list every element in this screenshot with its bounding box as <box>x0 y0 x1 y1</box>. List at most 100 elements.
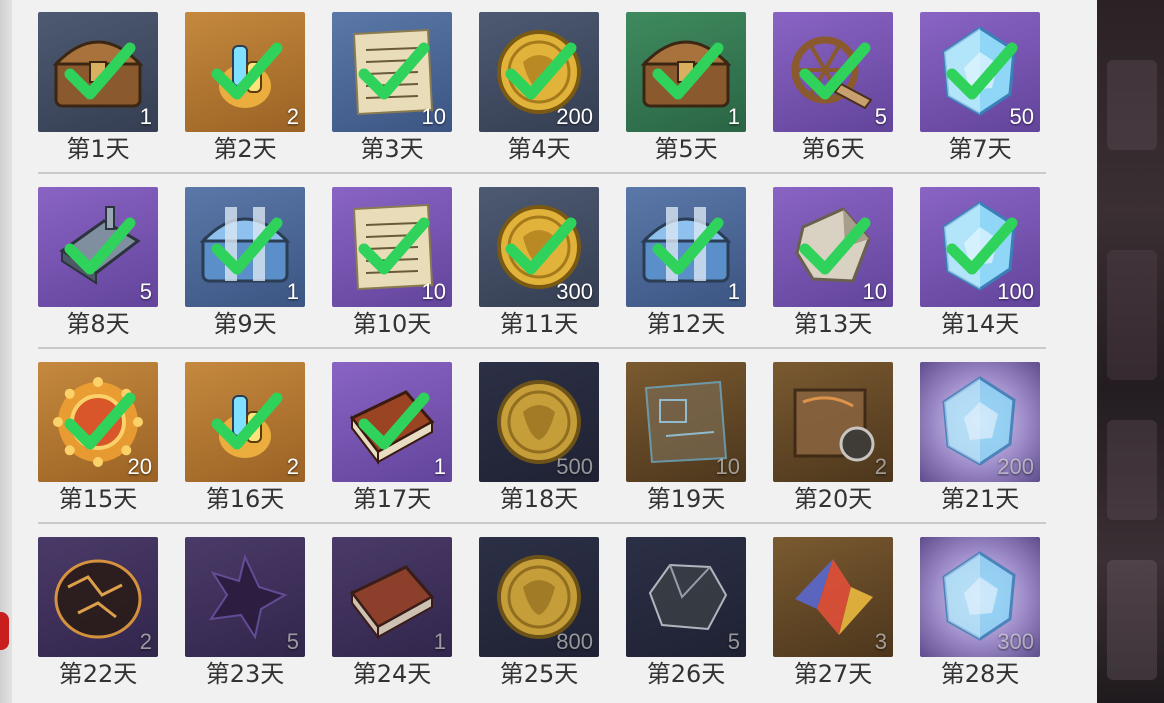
reward-quantity: 200 <box>997 454 1034 479</box>
reward-day-26[interactable]: 5 第26天 <box>626 537 746 697</box>
reward-quantity: 5 <box>139 279 152 304</box>
reward-tile[interactable]: 100 <box>920 187 1040 307</box>
reward-day-21[interactable]: 200 第21天 <box>920 362 1040 522</box>
reward-day-24[interactable]: 1 第24天 <box>332 537 452 697</box>
claimed-check-icon <box>652 217 724 275</box>
reward-quantity: 2 <box>286 454 299 479</box>
reward-day-7[interactable]: 50 第7天 <box>920 12 1040 172</box>
reward-tile[interactable]: 300 <box>479 187 599 307</box>
reward-day-9[interactable]: 1 第9天 <box>185 187 305 347</box>
reward-tile[interactable]: 2 <box>185 12 305 132</box>
reward-quantity: 1 <box>727 104 740 129</box>
reward-quantity: 3 <box>874 629 887 654</box>
reward-day-6[interactable]: 5 第6天 <box>773 12 893 172</box>
day-label: 第9天 <box>213 310 277 338</box>
reward-tile[interactable]: 10 <box>773 187 893 307</box>
reward-tile[interactable]: 200 <box>479 12 599 132</box>
day-label: 第28天 <box>940 660 1020 688</box>
claimed-check-icon <box>211 392 283 450</box>
reward-tile[interactable]: 2 <box>38 537 158 657</box>
reward-tile[interactable]: 50 <box>920 12 1040 132</box>
reward-day-22[interactable]: 2 第22天 <box>38 537 158 697</box>
claimed-check-icon <box>799 42 871 100</box>
day-label: 第1天 <box>66 135 130 163</box>
reward-day-2[interactable]: 2 第2天 <box>185 12 305 172</box>
claimed-check-icon <box>64 392 136 450</box>
reward-day-18[interactable]: 500 第18天 <box>479 362 599 522</box>
day-label: 第2天 <box>213 135 277 163</box>
reward-tile[interactable]: 1 <box>185 187 305 307</box>
reward-tile[interactable]: 1 <box>626 12 746 132</box>
reward-day-19[interactable]: 10 第19天 <box>626 362 746 522</box>
reward-tile[interactable]: 1 <box>332 537 452 657</box>
day-label: 第8天 <box>66 310 130 338</box>
panel-left-edge <box>0 0 12 703</box>
reward-day-5[interactable]: 1 第5天 <box>626 12 746 172</box>
reward-tile[interactable]: 1 <box>38 12 158 132</box>
row-divider <box>38 172 1046 174</box>
reward-day-14[interactable]: 100 第14天 <box>920 187 1040 347</box>
reward-quantity: 2 <box>139 629 152 654</box>
reward-tile[interactable]: 300 <box>920 537 1040 657</box>
day-label: 第6天 <box>801 135 865 163</box>
day-label: 第13天 <box>793 310 873 338</box>
claimed-check-icon <box>358 217 430 275</box>
reward-quantity: 5 <box>286 629 299 654</box>
reward-quantity: 20 <box>127 454 152 479</box>
reward-tile[interactable]: 5 <box>773 12 893 132</box>
reward-day-1[interactable]: 1 第1天 <box>38 12 158 172</box>
reward-day-15[interactable]: 20 第15天 <box>38 362 158 522</box>
reward-quantity: 100 <box>997 279 1034 304</box>
reward-quantity: 10 <box>421 279 446 304</box>
day-label: 第7天 <box>948 135 1012 163</box>
reward-quantity: 10 <box>715 454 740 479</box>
reward-quantity: 10 <box>862 279 887 304</box>
reward-tile[interactable]: 1 <box>332 362 452 482</box>
reward-quantity: 1 <box>433 454 446 479</box>
reward-tile[interactable]: 5 <box>38 187 158 307</box>
reward-tile[interactable]: 20 <box>38 362 158 482</box>
reward-tile[interactable]: 2 <box>773 362 893 482</box>
reward-quantity: 1 <box>433 629 446 654</box>
reward-day-17[interactable]: 1 第17天 <box>332 362 452 522</box>
day-label: 第3天 <box>360 135 424 163</box>
reward-tile[interactable]: 10 <box>626 362 746 482</box>
reward-quantity: 300 <box>556 279 593 304</box>
claimed-check-icon <box>505 42 577 100</box>
reward-day-20[interactable]: 2 第20天 <box>773 362 893 522</box>
claimed-check-icon <box>211 42 283 100</box>
reward-quantity: 5 <box>727 629 740 654</box>
reward-tile[interactable]: 5 <box>185 537 305 657</box>
day-label: 第5天 <box>654 135 718 163</box>
reward-quantity: 200 <box>556 104 593 129</box>
reward-tile[interactable]: 10 <box>332 12 452 132</box>
reward-tile[interactable]: 1 <box>626 187 746 307</box>
reward-tile[interactable]: 5 <box>626 537 746 657</box>
day-label: 第27天 <box>793 660 873 688</box>
reward-tile[interactable]: 800 <box>479 537 599 657</box>
reward-day-23[interactable]: 5 第23天 <box>185 537 305 697</box>
reward-day-3[interactable]: 10 第3天 <box>332 12 452 172</box>
day-label: 第26天 <box>646 660 726 688</box>
claimed-check-icon <box>211 217 283 275</box>
reward-tile[interactable]: 500 <box>479 362 599 482</box>
reward-day-4[interactable]: 200 第4天 <box>479 12 599 172</box>
reward-quantity: 1 <box>139 104 152 129</box>
reward-day-28[interactable]: 300 第28天 <box>920 537 1040 697</box>
reward-tile[interactable]: 10 <box>332 187 452 307</box>
reward-day-12[interactable]: 1 第12天 <box>626 187 746 347</box>
day-label: 第22天 <box>58 660 138 688</box>
reward-day-25[interactable]: 800 第25天 <box>479 537 599 697</box>
reward-tile[interactable]: 3 <box>773 537 893 657</box>
reward-tile[interactable]: 200 <box>920 362 1040 482</box>
day-label: 第20天 <box>793 485 873 513</box>
reward-day-27[interactable]: 3 第27天 <box>773 537 893 697</box>
reward-quantity: 1 <box>727 279 740 304</box>
reward-day-8[interactable]: 5 第8天 <box>38 187 158 347</box>
reward-day-11[interactable]: 300 第11天 <box>479 187 599 347</box>
reward-day-10[interactable]: 10 第10天 <box>332 187 452 347</box>
reward-day-16[interactable]: 2 第16天 <box>185 362 305 522</box>
reward-day-13[interactable]: 10 第13天 <box>773 187 893 347</box>
day-label: 第11天 <box>499 310 579 338</box>
reward-tile[interactable]: 2 <box>185 362 305 482</box>
